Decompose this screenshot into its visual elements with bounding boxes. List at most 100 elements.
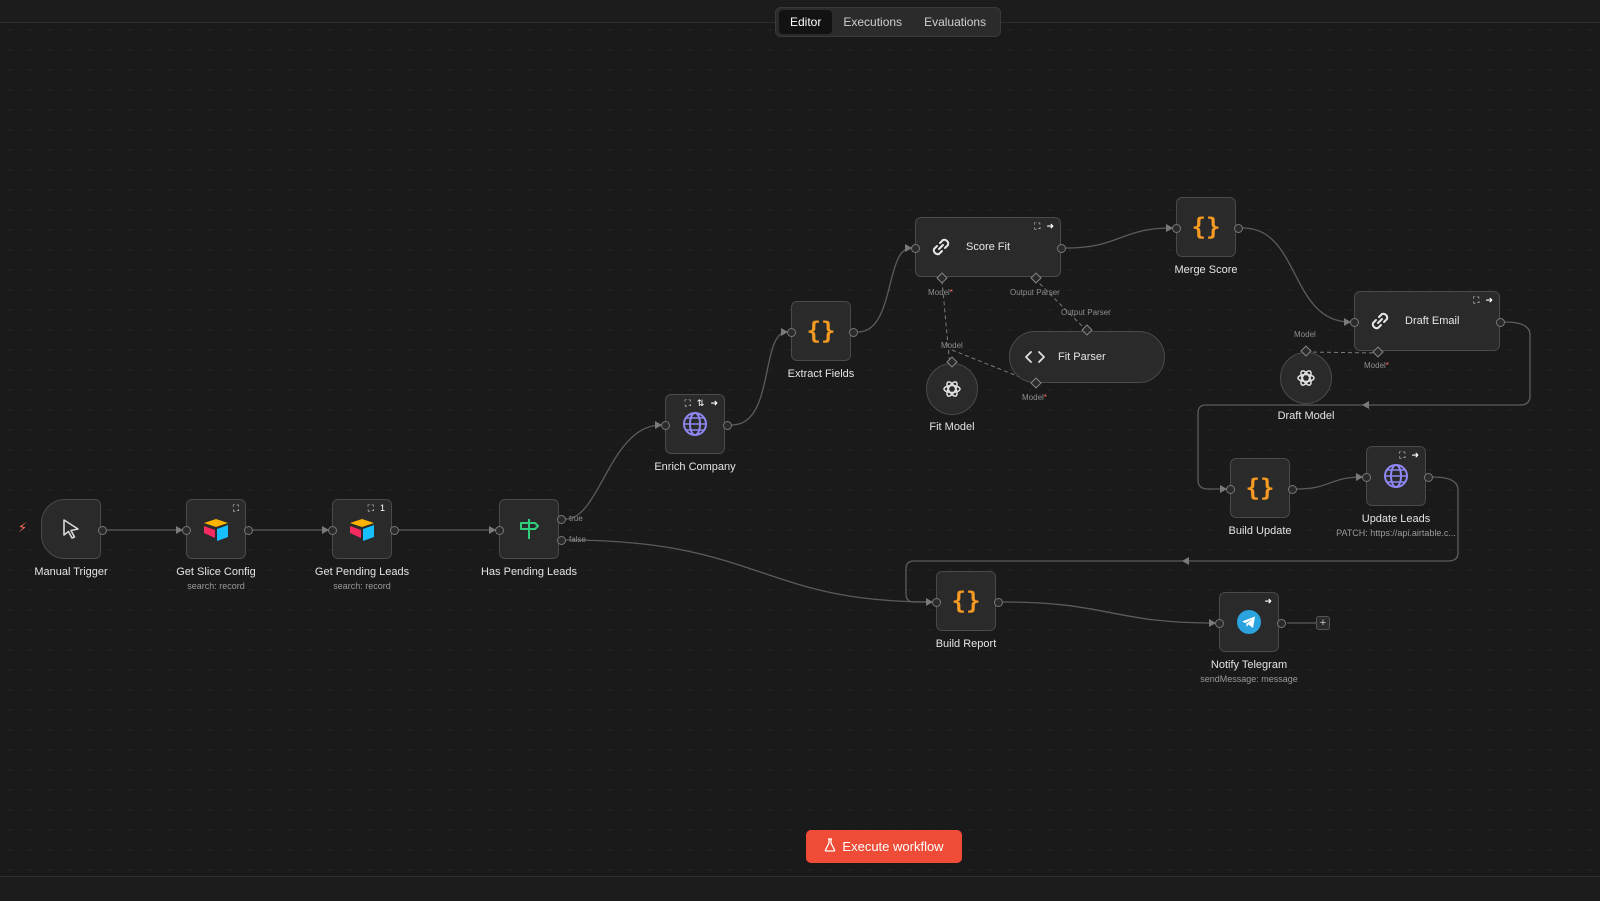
node-get-slice-config[interactable]: ⛶ bbox=[186, 499, 246, 559]
openai-icon bbox=[941, 378, 963, 400]
globe-icon bbox=[681, 410, 709, 438]
node-update-leads[interactable]: ⛶ ➜ bbox=[1366, 446, 1426, 506]
label-enrich-company: Enrich Company bbox=[654, 461, 736, 473]
input-port-get-slice-config[interactable] bbox=[182, 526, 191, 535]
node-notify-telegram[interactable]: ➜ bbox=[1219, 592, 1279, 652]
label-manual-trigger: Manual Trigger bbox=[34, 566, 108, 578]
execute-workflow-label: Execute workflow bbox=[842, 839, 944, 854]
telegram-icon bbox=[1236, 609, 1262, 635]
arrow-right-icon: ➜ bbox=[710, 398, 718, 408]
pin-icon: ⛶ bbox=[1473, 295, 1480, 305]
label-fit-parser: Fit Parser bbox=[1058, 351, 1106, 363]
code-icon bbox=[1024, 349, 1046, 365]
port-label-model: Model* bbox=[1364, 361, 1389, 370]
label-score-fit: Score Fit bbox=[966, 241, 1011, 253]
output-port-notify-telegram[interactable] bbox=[1277, 619, 1286, 628]
port-label-output-parser: Output Parser bbox=[1010, 288, 1060, 297]
sublabel-update-leads: PATCH: https://api.airtable.c... bbox=[1336, 528, 1456, 538]
port-label-model: Model* bbox=[928, 288, 953, 297]
label-get-pending-leads: Get Pending Leads bbox=[314, 566, 410, 578]
edge-build-update-to-update-leads bbox=[1296, 476, 1363, 490]
output-port-enrich-company[interactable] bbox=[723, 421, 732, 430]
output-port-merge-score[interactable] bbox=[1234, 224, 1243, 233]
openai-icon bbox=[1295, 367, 1317, 389]
node-score-fit[interactable]: ⛶ ➜ Score Fit bbox=[915, 217, 1061, 277]
output-port-draft-email[interactable] bbox=[1496, 318, 1505, 327]
input-port-build-update[interactable] bbox=[1226, 485, 1235, 494]
sublabel-notify-telegram: sendMessage: message bbox=[1200, 674, 1298, 684]
input-port-build-report[interactable] bbox=[932, 598, 941, 607]
input-port-enrich-company[interactable] bbox=[661, 421, 670, 430]
label-build-report: Build Report bbox=[935, 638, 997, 650]
node-fit-parser[interactable]: Fit Parser bbox=[1009, 331, 1165, 383]
input-port-merge-score[interactable] bbox=[1172, 224, 1181, 233]
pin-icon: ⛶ bbox=[1399, 450, 1406, 460]
signpost-icon bbox=[516, 516, 542, 542]
label-draft-model: Draft Model bbox=[1277, 410, 1335, 422]
output-port-score-fit[interactable] bbox=[1057, 244, 1066, 253]
label-extract-fields: Extract Fields bbox=[787, 368, 855, 380]
input-port-extract-fields[interactable] bbox=[787, 328, 796, 337]
port-label-model: Model bbox=[1294, 330, 1316, 339]
globe-icon bbox=[1382, 462, 1410, 490]
node-merge-score[interactable]: {} bbox=[1176, 197, 1236, 257]
node-build-update[interactable]: {} bbox=[1230, 458, 1290, 518]
output-port-update-leads[interactable] bbox=[1424, 473, 1433, 482]
label-merge-score: Merge Score bbox=[1174, 264, 1238, 276]
execute-workflow-button[interactable]: Execute workflow bbox=[806, 830, 962, 863]
sublabel-get-slice-config: search: record bbox=[187, 581, 245, 591]
arrow-mid-return-2 bbox=[1182, 557, 1189, 565]
bottom-bar bbox=[0, 876, 1600, 901]
braces-icon: {} bbox=[951, 587, 981, 615]
item-count-badge: 1 bbox=[379, 503, 385, 513]
sublabel-get-pending-leads: search: record bbox=[333, 581, 391, 591]
label-notify-telegram: Notify Telegram bbox=[1210, 659, 1288, 671]
input-port-score-fit[interactable] bbox=[911, 244, 920, 253]
arrow-mid-return-1 bbox=[1362, 401, 1369, 409]
output-port-get-pending-leads[interactable] bbox=[390, 526, 399, 535]
pin-icon: ⛶ bbox=[684, 398, 691, 408]
trigger-bolt-icon: ⚡ bbox=[18, 520, 28, 535]
edge-score-fit-to-merge bbox=[1065, 227, 1173, 249]
edge-build-report-to-telegram bbox=[1002, 601, 1216, 624]
node-draft-model[interactable] bbox=[1280, 352, 1332, 404]
output-port-get-slice-config[interactable] bbox=[244, 526, 253, 535]
chain-link-icon bbox=[928, 234, 954, 260]
branch-label-true: true bbox=[569, 514, 583, 523]
label-update-leads: Update Leads bbox=[1361, 513, 1431, 525]
node-has-pending-leads[interactable] bbox=[499, 499, 559, 559]
arrow-right-icon: ➜ bbox=[1411, 450, 1419, 460]
retry-icon: ⇅ bbox=[696, 398, 705, 408]
add-node-button[interactable]: + bbox=[1316, 616, 1330, 630]
arrow-right-icon: ➜ bbox=[1046, 221, 1054, 231]
input-port-has-pending-leads[interactable] bbox=[495, 526, 504, 535]
input-port-notify-telegram[interactable] bbox=[1215, 619, 1224, 628]
arrow-right-icon: ➜ bbox=[1264, 596, 1272, 606]
node-enrich-company[interactable]: ⛶ ⇅ ➜ bbox=[665, 394, 725, 454]
tab-executions[interactable]: Executions bbox=[832, 10, 913, 34]
tab-editor[interactable]: Editor bbox=[779, 10, 833, 34]
node-build-report[interactable]: {} bbox=[936, 571, 996, 631]
tab-evaluations[interactable]: Evaluations bbox=[913, 10, 997, 34]
view-tabs: Editor Executions Evaluations bbox=[775, 7, 1002, 37]
node-manual-trigger[interactable] bbox=[41, 499, 101, 559]
output-port-build-update[interactable] bbox=[1288, 485, 1297, 494]
output-port-extract-fields[interactable] bbox=[849, 328, 858, 337]
braces-icon: {} bbox=[806, 317, 836, 345]
node-fit-model[interactable] bbox=[926, 363, 978, 415]
output-port-true[interactable] bbox=[557, 515, 566, 524]
flask-icon bbox=[824, 838, 836, 855]
output-port-build-report[interactable] bbox=[994, 598, 1003, 607]
edge-extract-to-score-fit bbox=[857, 247, 912, 333]
braces-icon: {} bbox=[1245, 474, 1275, 502]
node-get-pending-leads[interactable]: ⛶ 1 bbox=[332, 499, 392, 559]
pin-icon: ⛶ bbox=[232, 503, 239, 513]
airtable-icon bbox=[348, 517, 376, 541]
node-draft-email[interactable]: ⛶ ➜ Draft Email bbox=[1354, 291, 1500, 351]
input-port-update-leads[interactable] bbox=[1362, 473, 1371, 482]
node-extract-fields[interactable]: {} bbox=[791, 301, 851, 361]
output-port-manual-trigger[interactable] bbox=[98, 526, 107, 535]
input-port-get-pending-leads[interactable] bbox=[328, 526, 337, 535]
input-port-draft-email[interactable] bbox=[1350, 318, 1359, 327]
output-port-false[interactable] bbox=[557, 536, 566, 545]
